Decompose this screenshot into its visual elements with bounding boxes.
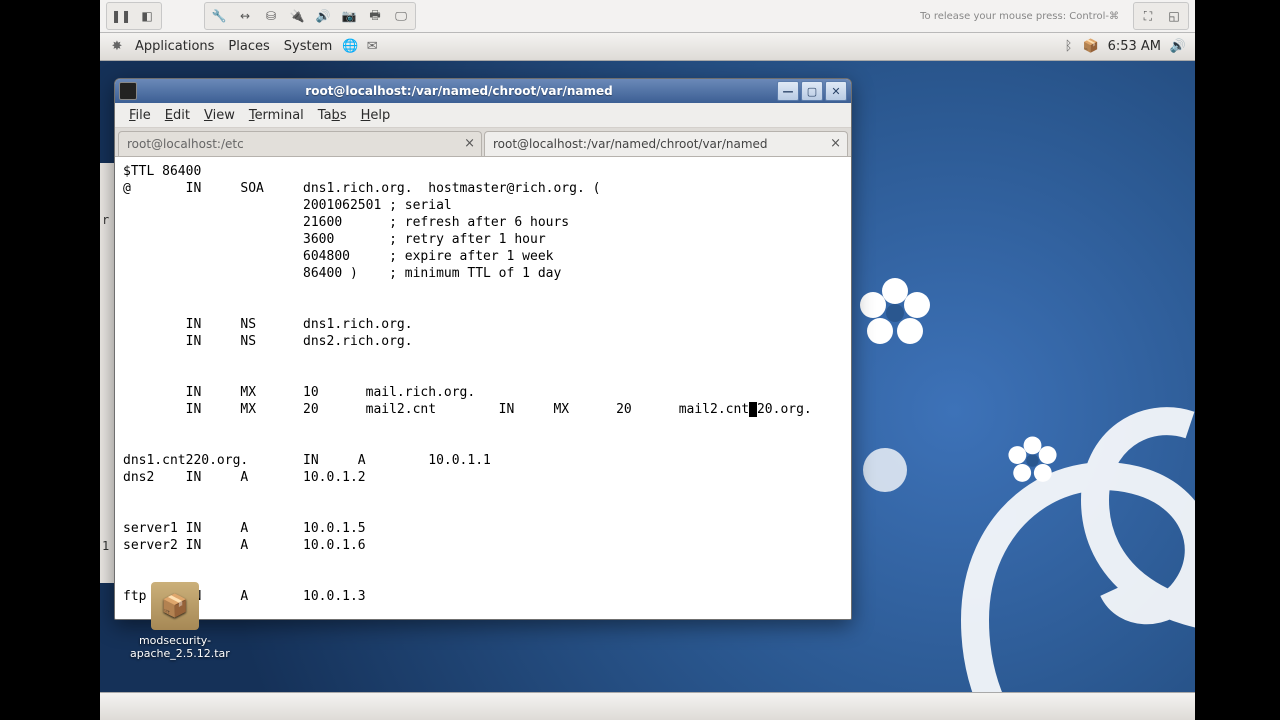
- disk-icon[interactable]: ⛁: [259, 5, 283, 27]
- minimize-button[interactable]: —: [777, 81, 799, 101]
- sound-icon[interactable]: 🔊: [311, 5, 335, 27]
- display-icon[interactable]: 🖵: [389, 5, 413, 27]
- menu-edit[interactable]: Edit: [159, 106, 196, 125]
- printer-icon[interactable]: 🖶: [363, 5, 387, 27]
- desktop-file-icon[interactable]: 📦 modsecurity-apache_2.5.12.tar: [130, 582, 220, 660]
- edge-glimpse-text: r: [102, 213, 109, 227]
- vm-host-toolbar: ❚❚ ◧ 🔧 ↔ ⛁ 🔌 🔊 📷 🖶 🖵 To release your mou…: [100, 0, 1195, 33]
- edge-glimpse-text2: 1: [102, 539, 109, 553]
- camera-icon[interactable]: 📷: [337, 5, 361, 27]
- terminal-body[interactable]: $TTL 86400 @ IN SOA dns1.rich.org. hostm…: [115, 157, 851, 619]
- menu-help[interactable]: Help: [355, 106, 397, 125]
- browser-launcher-icon[interactable]: 🌐: [341, 38, 359, 56]
- terminal-tab-0[interactable]: root@localhost:/etc ×: [118, 131, 482, 156]
- maximize-button[interactable]: ▢: [801, 81, 823, 101]
- system-menu[interactable]: System: [277, 36, 339, 57]
- usb-icon[interactable]: 🔌: [285, 5, 309, 27]
- menu-view[interactable]: View: [198, 106, 241, 125]
- mail-launcher-icon[interactable]: ✉: [363, 38, 381, 56]
- menu-terminal[interactable]: Terminal: [243, 106, 310, 125]
- menu-tabs[interactable]: Tabs: [312, 106, 353, 125]
- wallpaper-flower-icon: [855, 273, 935, 353]
- terminal-menubar: File Edit View Terminal Tabs Help: [115, 103, 851, 128]
- terminal-window: root@localhost:/var/named/chroot/var/nam…: [114, 78, 852, 620]
- places-menu[interactable]: Places: [221, 36, 276, 57]
- window-titlebar[interactable]: root@localhost:/var/named/chroot/var/nam…: [115, 79, 851, 103]
- vm-control-group: ❚❚ ◧: [106, 2, 162, 30]
- window-title: root@localhost:/var/named/chroot/var/nam…: [143, 84, 775, 98]
- tab-close-icon[interactable]: ×: [830, 136, 841, 151]
- panel-clock[interactable]: 6:53 AM: [1102, 39, 1167, 54]
- settings-icon[interactable]: 🔧: [207, 5, 231, 27]
- tab-label: root@localhost:/var/named/chroot/var/nam…: [493, 137, 768, 151]
- gnome-bottom-panel[interactable]: [100, 692, 1195, 720]
- terminal-tabbar: root@localhost:/etc × root@localhost:/va…: [115, 128, 851, 157]
- network-icon[interactable]: ↔: [233, 5, 257, 27]
- guest-desktop[interactable]: ✸ Applications Places System 🌐 ✉ ᛒ 📦 6:5…: [100, 33, 1195, 720]
- gnome-top-panel: ✸ Applications Places System 🌐 ✉ ᛒ 📦 6:5…: [100, 33, 1195, 61]
- bluetooth-tray-icon[interactable]: ᛒ: [1060, 38, 1078, 56]
- vm-view-group: ⛶ ◱: [1133, 2, 1189, 30]
- applications-menu[interactable]: Applications: [128, 36, 221, 57]
- update-tray-icon[interactable]: 📦: [1082, 38, 1100, 56]
- pause-vm-button[interactable]: ❚❚: [109, 5, 133, 27]
- wallpaper-flower2-icon: [1005, 433, 1060, 488]
- menu-file[interactable]: File: [123, 106, 157, 125]
- package-icon: 📦: [151, 582, 199, 630]
- fullscreen-icon[interactable]: ⛶: [1136, 5, 1160, 27]
- terminal-tab-1[interactable]: root@localhost:/var/named/chroot/var/nam…: [484, 131, 848, 156]
- vm-release-hint: To release your mouse press: Control-⌘: [920, 11, 1119, 22]
- tab-close-icon[interactable]: ×: [464, 136, 475, 151]
- scale-icon[interactable]: ◱: [1162, 5, 1186, 27]
- desktop-icon-label: modsecurity-apache_2.5.12.tar: [130, 634, 220, 660]
- tab-label: root@localhost:/etc: [127, 137, 244, 151]
- snapshot-vm-button[interactable]: ◧: [135, 5, 159, 27]
- vm-devices-group: 🔧 ↔ ⛁ 🔌 🔊 📷 🖶 🖵: [204, 2, 416, 30]
- volume-tray-icon[interactable]: 🔊: [1169, 38, 1187, 56]
- terminal-titlebar-icon: [119, 82, 137, 100]
- close-button[interactable]: ✕: [825, 81, 847, 101]
- distro-logo-icon[interactable]: ✸: [108, 38, 126, 56]
